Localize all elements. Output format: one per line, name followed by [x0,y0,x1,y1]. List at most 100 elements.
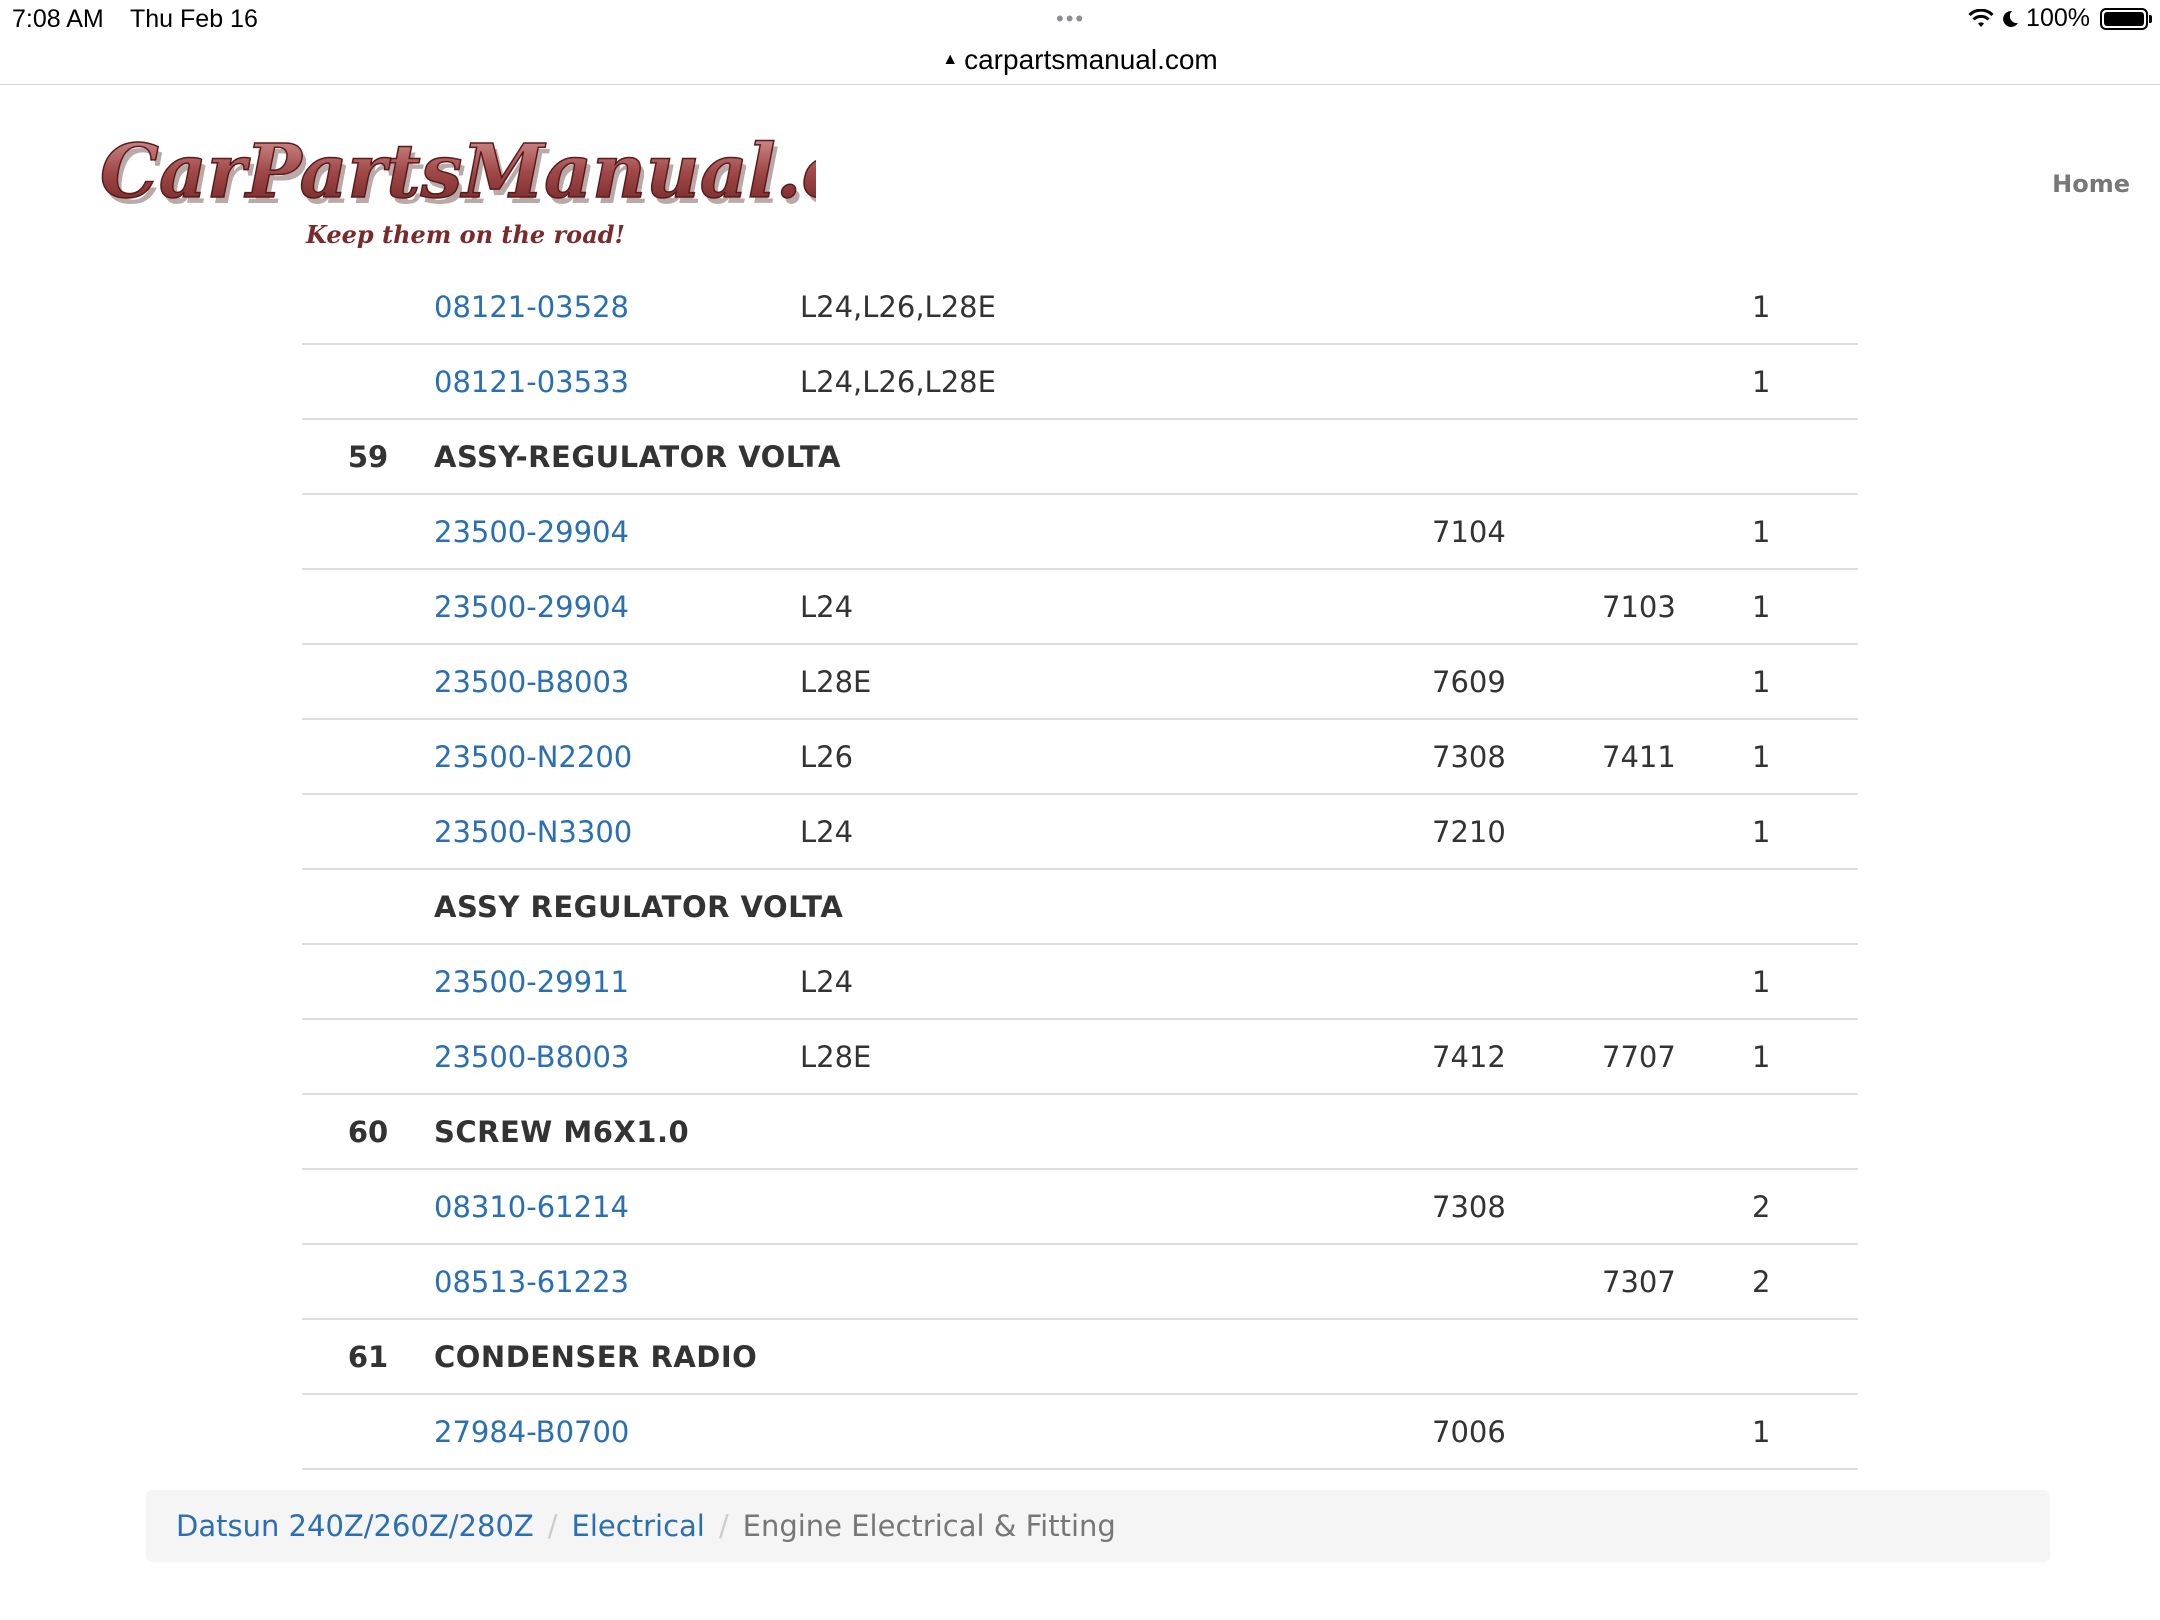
footer-menu-strip [0,1600,2160,1620]
breadcrumb: Datsun 240Z/260Z/280Z / Electrical / Eng… [146,1490,2050,1562]
engine-cell: L24,L26,L28E [800,270,1432,345]
item-number: 61 [302,1319,434,1395]
from-date-cell [1432,1244,1602,1320]
from-date-cell: 7210 [1432,794,1602,870]
part-number-link[interactable]: 08310-61214 [434,1190,629,1224]
item-number [302,869,434,945]
lock-icon: ▲ [942,51,959,68]
url-text[interactable]: carpartsmanual.com [964,44,1218,76]
group-row: 61 CONDENSER RADIO [302,1319,1858,1395]
to-date-cell: 7307 [1602,1244,1752,1320]
wifi-icon [1968,8,1994,29]
item-number [302,644,434,720]
breadcrumb-current: Engine Electrical & Fitting [742,1509,1116,1543]
battery-icon [2100,7,2152,30]
part-number-cell: 08310-61214 [434,1169,800,1245]
site-logo[interactable]: CarPartsManual.com CarPartsManual.com Ke… [96,125,816,255]
part-number-link[interactable]: 08513-61223 [434,1265,629,1299]
part-number-link[interactable]: 23500-29904 [434,515,629,549]
quantity-cell: 1 [1752,719,1858,795]
part-number-link[interactable]: 23500-N2200 [434,740,632,774]
part-number-link[interactable]: 27984-B0700 [434,1415,629,1449]
from-date-cell [1432,344,1602,420]
part-row: 23500-B8003 L28E 7412 7707 1 [302,1019,1858,1095]
part-row: 08121-03533 L24,L26,L28E 1 [302,344,1858,420]
part-row: 23500-29904 7104 1 [302,494,1858,570]
quantity-cell: 1 [1752,1394,1858,1470]
engine-cell: L26 [800,719,1432,795]
quantity-cell: 1 [1752,794,1858,870]
part-row: 23500-29911 L24 1 [302,944,1858,1020]
from-date-cell: 7308 [1432,719,1602,795]
to-date-cell [1602,644,1752,720]
part-number-link[interactable]: 23500-B8003 [434,1040,629,1074]
group-title: ASSY REGULATOR VOLTA [434,869,1858,945]
item-number: 60 [302,1094,434,1170]
to-date-cell [1602,494,1752,570]
quantity-cell: 1 [1752,344,1858,420]
battery-percent: 100% [2026,4,2090,32]
logo-tagline: Keep them on the road! [305,220,625,249]
item-number [302,719,434,795]
status-date: Thu Feb 16 [130,5,258,33]
part-number-link[interactable]: 08121-03533 [434,365,629,399]
group-row: ASSY REGULATOR VOLTA [302,869,1858,945]
engine-cell [800,1394,1432,1470]
part-number-cell: 23500-B8003 [434,644,800,720]
part-number-cell: 23500-29904 [434,569,800,645]
part-number-link[interactable]: 23500-N3300 [434,815,632,849]
part-number-link[interactable]: 08121-03528 [434,290,629,324]
part-number-link[interactable]: 23500-29911 [434,965,629,999]
item-number [302,344,434,420]
part-number-cell: 08121-03528 [434,270,800,345]
quantity-cell: 1 [1752,569,1858,645]
to-date-cell [1602,344,1752,420]
part-number-cell: 27984-B0700 [434,1394,800,1470]
engine-cell [800,494,1432,570]
breadcrumb-link-model[interactable]: Datsun 240Z/260Z/280Z [176,1509,534,1543]
parts-table: 08121-03528 L24,L26,L28E 1 08121-03533 L24,L… [302,270,1858,1470]
breadcrumb-separator: / [547,1509,558,1543]
address-bar[interactable]: ▲ carpartsmanual.com [0,36,2160,85]
part-row: 27984-B0700 7006 1 [302,1394,1858,1470]
to-date-cell [1602,944,1752,1020]
item-number: 59 [302,419,434,495]
to-date-cell: 7103 [1602,569,1752,645]
part-number-cell: 23500-29904 [434,494,800,570]
part-number-link[interactable]: 23500-B8003 [434,665,629,699]
part-number-cell: 08121-03533 [434,344,800,420]
breadcrumb-separator: / [718,1509,729,1543]
item-number [302,494,434,570]
part-row: 23500-29904 L24 7103 1 [302,569,1858,645]
item-number [302,1019,434,1095]
quantity-cell: 2 [1752,1169,1858,1245]
breadcrumb-link-category[interactable]: Electrical [572,1509,705,1543]
quantity-cell: 1 [1752,270,1858,345]
logo-text: CarPartsManual.com [100,129,816,215]
from-date-cell [1432,944,1602,1020]
to-date-cell [1602,1394,1752,1470]
moon-icon [2000,9,2020,29]
engine-cell: L24 [800,569,1432,645]
item-number [302,1169,434,1245]
engine-cell [800,1169,1432,1245]
quantity-cell: 1 [1752,494,1858,570]
from-date-cell: 7308 [1432,1169,1602,1245]
part-row: 23500-N2200 L26 7308 7411 1 [302,719,1858,795]
site-header: CarPartsManual.com CarPartsManual.com Ke… [0,85,2160,265]
nav-home-link[interactable]: Home [2052,170,2130,198]
multitasking-dots-icon[interactable]: ••• [1056,6,1085,32]
part-row: 08513-61223 7307 2 [302,1244,1858,1320]
to-date-cell [1602,794,1752,870]
from-date-cell [1432,569,1602,645]
part-number-cell: 23500-B8003 [434,1019,800,1095]
item-number [302,794,434,870]
part-number-link[interactable]: 23500-29904 [434,590,629,624]
part-row: 23500-B8003 L28E 7609 1 [302,644,1858,720]
to-date-cell [1602,1169,1752,1245]
group-row: 59 ASSY-REGULATOR VOLTA [302,419,1858,495]
part-number-cell: 23500-29911 [434,944,800,1020]
quantity-cell: 1 [1752,1019,1858,1095]
item-number [302,1394,434,1470]
item-number [302,944,434,1020]
